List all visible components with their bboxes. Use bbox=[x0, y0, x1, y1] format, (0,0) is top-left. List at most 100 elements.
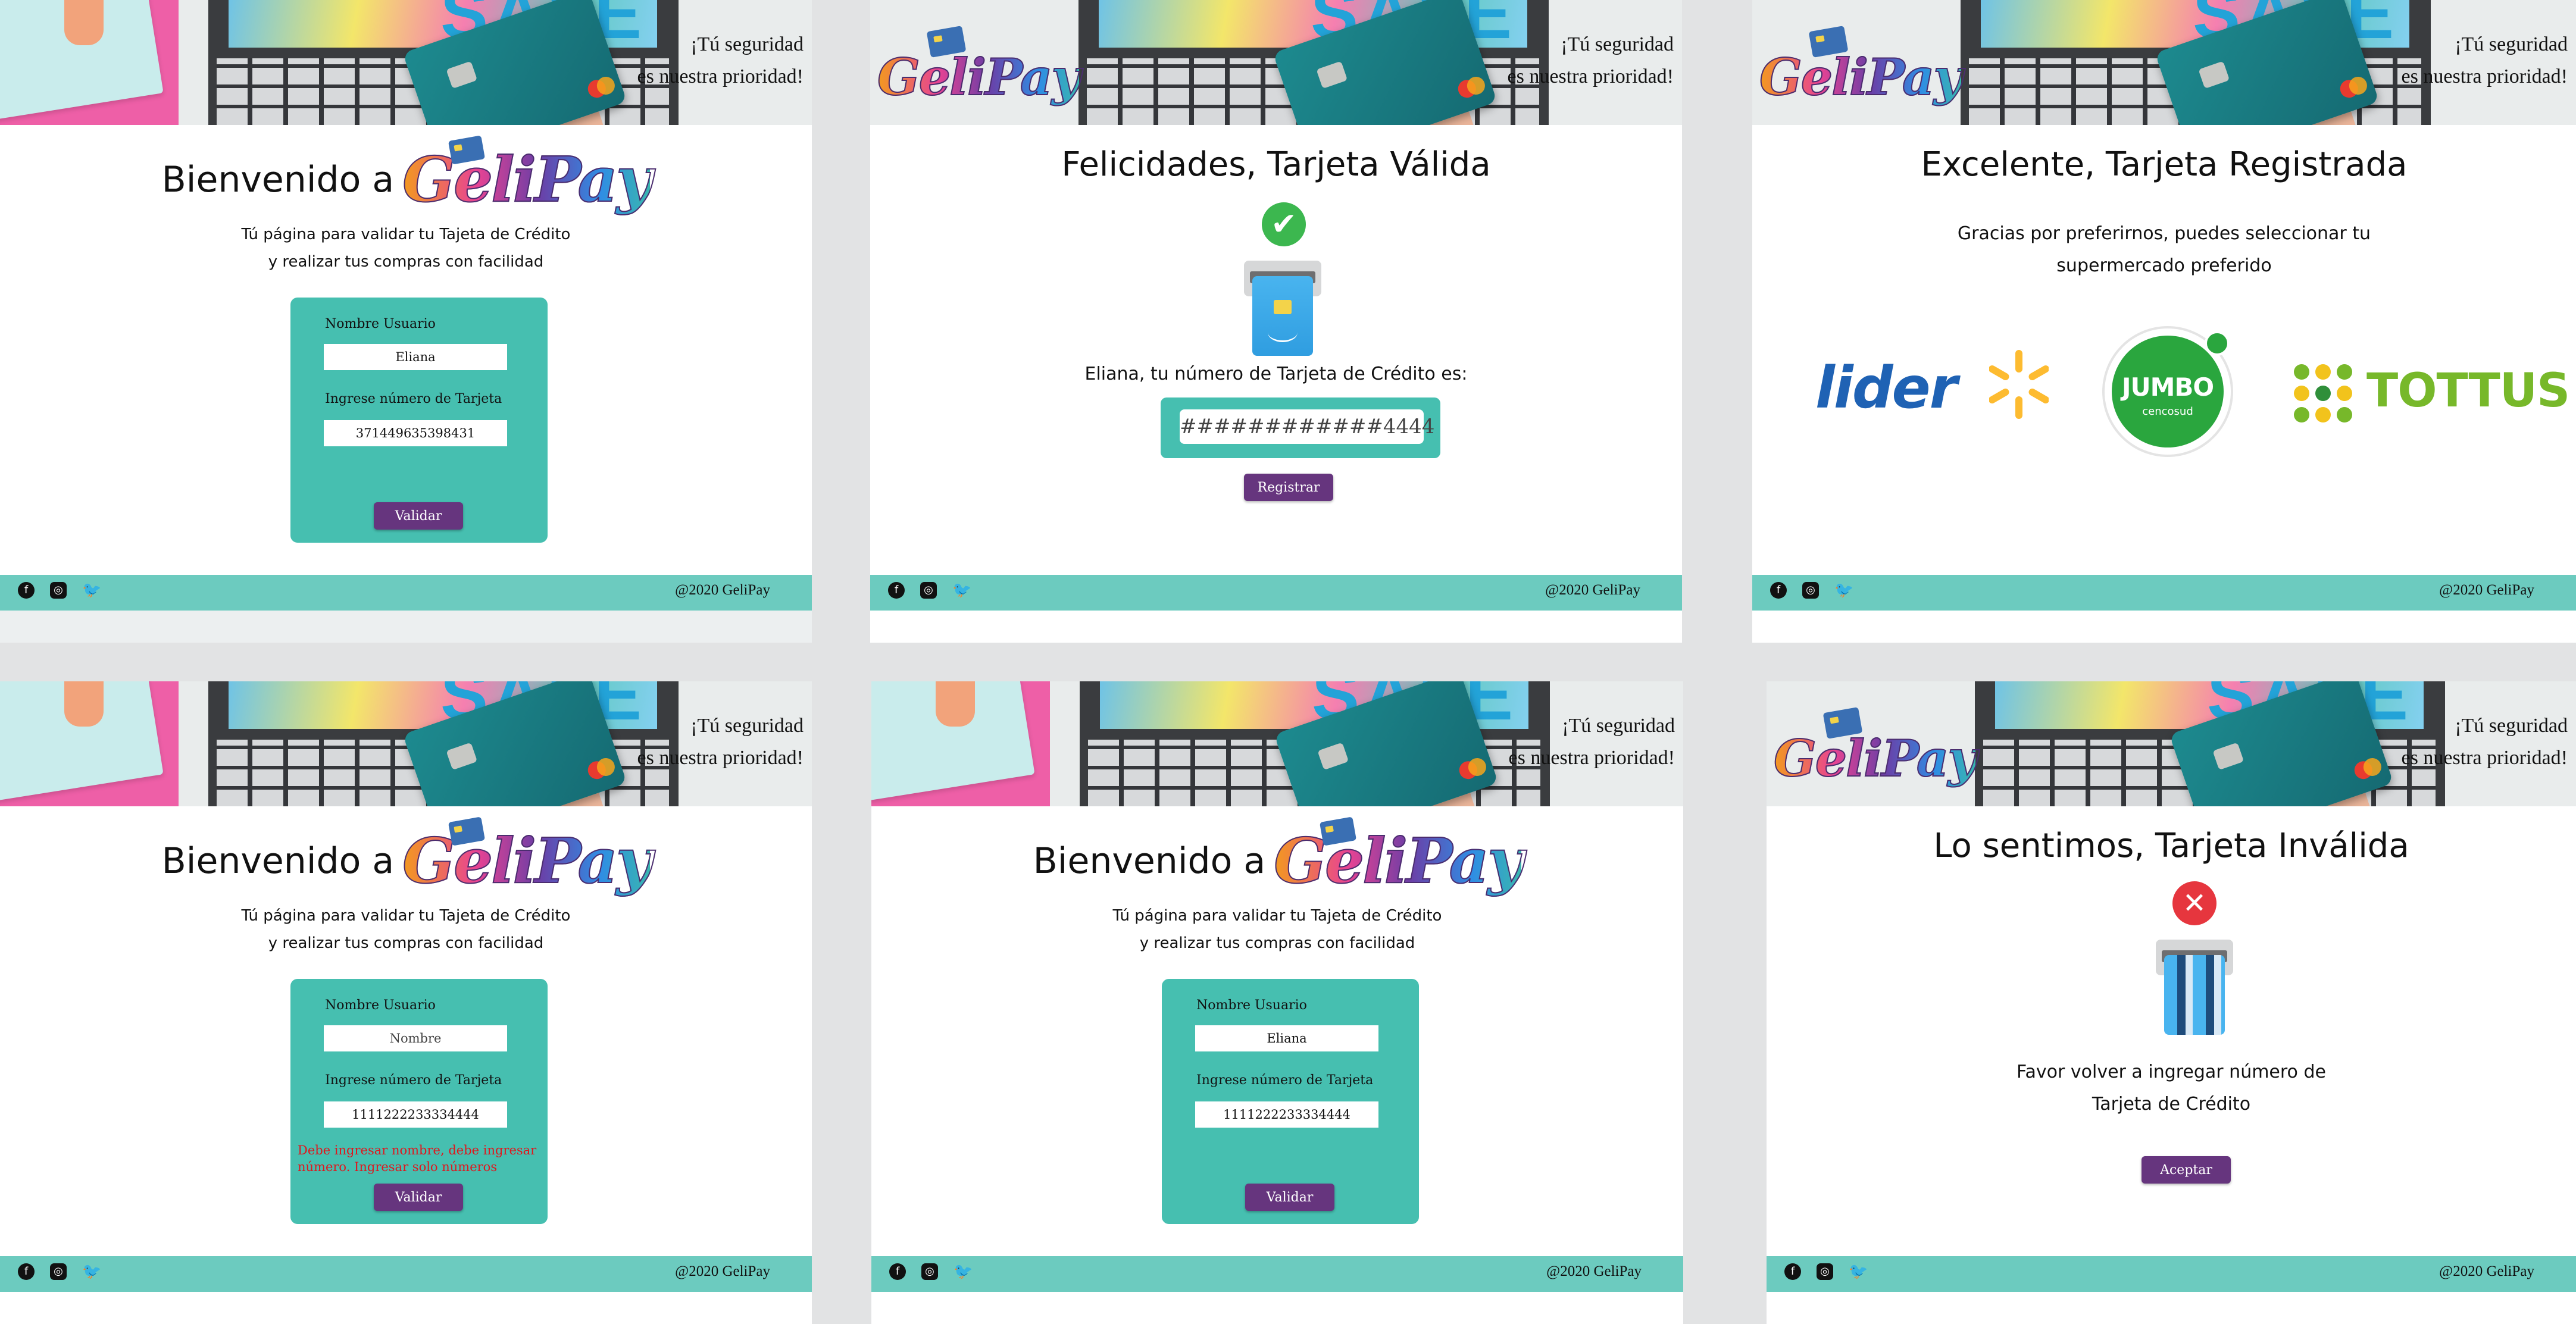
card-number-input[interactable] bbox=[324, 1101, 507, 1128]
logo-text: GeliPay bbox=[1273, 824, 1524, 898]
instagram-icon[interactable]: ◎ bbox=[921, 1263, 938, 1280]
card-chip bbox=[1317, 742, 1349, 771]
tottus-dot bbox=[2315, 407, 2331, 422]
instagram-icon[interactable]: ◎ bbox=[920, 582, 937, 599]
card-graphic bbox=[1252, 276, 1313, 356]
masked-card-number: ############4444 bbox=[1180, 409, 1434, 444]
welcome-section: Bienvenido a GeliPay Tú página para vali… bbox=[871, 816, 1683, 957]
user-name-input[interactable] bbox=[324, 344, 507, 370]
twitter-icon[interactable]: 🐦 bbox=[1849, 1263, 1868, 1280]
subtitle-line-2: y realizar tus compras con facilidad bbox=[268, 253, 544, 271]
message-line-1: Favor volver a ingregar número de bbox=[2017, 1062, 2326, 1082]
header-banner: SALE GeliPay ¡Tú seguridades nuestra pri… bbox=[870, 0, 1682, 125]
subtitle-line-1: Tú página para validar tu Tajeta de Créd… bbox=[241, 907, 571, 925]
card-slot-icon bbox=[2156, 940, 2233, 1035]
gelipay-logo[interactable]: GeliPay bbox=[1759, 24, 1963, 107]
facebook-icon[interactable]: f bbox=[889, 1263, 906, 1280]
instagram-icon[interactable]: ◎ bbox=[50, 582, 67, 599]
gelipay-logo: GeliPay bbox=[402, 816, 652, 898]
register-button[interactable]: Registrar bbox=[1244, 474, 1333, 501]
validate-button[interactable]: Validar bbox=[1245, 1184, 1334, 1211]
subtitle: Tú página para validar tu Tajeta de Créd… bbox=[0, 902, 812, 957]
message-line-2: supermercado preferido bbox=[2056, 255, 2272, 276]
card-number-input[interactable] bbox=[324, 420, 507, 446]
subtitle-line-1: Tú página para validar tu Tajeta de Créd… bbox=[1112, 907, 1442, 925]
copyright: @2020 GeliPay bbox=[675, 582, 770, 598]
screen-welcome-error: SALE ¡Tú seguridades nuestra prioridad! … bbox=[0, 681, 812, 1324]
facebook-icon[interactable]: f bbox=[18, 582, 35, 599]
user-label: Nombre Usuario bbox=[1196, 998, 1307, 1013]
slogan-line-1: ¡Tú seguridad bbox=[690, 33, 804, 55]
twitter-icon[interactable]: 🐦 bbox=[1834, 582, 1853, 599]
page-title: Excelente, Tarjeta Registrada bbox=[1921, 145, 2408, 184]
tottus-dot bbox=[2315, 386, 2331, 401]
tottus-dot bbox=[2337, 407, 2352, 422]
instagram-icon[interactable]: ◎ bbox=[1802, 582, 1819, 599]
card-number-input[interactable] bbox=[1195, 1101, 1378, 1128]
copyright: @2020 GeliPay bbox=[1546, 1263, 1642, 1279]
validate-button[interactable]: Validar bbox=[374, 1184, 463, 1211]
card-label: Ingrese número de Tarjeta bbox=[325, 392, 502, 406]
accept-button[interactable]: Aceptar bbox=[2142, 1156, 2231, 1184]
copyright: @2020 GeliPay bbox=[2439, 582, 2534, 598]
welcome-section: Bienvenido a GeliPay Tú página para vali… bbox=[0, 816, 812, 957]
card-label: Ingrese número de Tarjeta bbox=[325, 1073, 502, 1088]
error-message: Debe ingresar nombre, debe ingresar núme… bbox=[298, 1143, 537, 1174]
jumbo-logo[interactable]: JUMBO cencosud bbox=[2105, 328, 2231, 455]
message-line-1: Gracias por preferirnos, puedes seleccio… bbox=[1957, 223, 2371, 244]
logo-text: GeliPay bbox=[877, 47, 1081, 107]
validate-button[interactable]: Validar bbox=[374, 502, 463, 530]
footer: f ◎ 🐦 @2020 GeliPay bbox=[0, 575, 812, 611]
error-icon: ✕ bbox=[2172, 881, 2217, 925]
tottus-logo[interactable]: TOTTUS bbox=[2366, 364, 2570, 418]
message-line-2: Tarjeta de Crédito bbox=[2092, 1094, 2251, 1115]
header-banner: SALE GeliPay ¡Tú seguridades nuestra pri… bbox=[1752, 0, 2576, 125]
gelipay-logo: GeliPay bbox=[1273, 816, 1524, 898]
footer: f ◎ 🐦 @2020 GeliPay bbox=[871, 1256, 1683, 1292]
tottus-dot bbox=[2315, 364, 2331, 380]
header-banner: SALE ¡Tú seguridades nuestra prioridad! bbox=[0, 681, 812, 806]
slogan-line-1: ¡Tú seguridad bbox=[2455, 33, 2568, 55]
facebook-icon[interactable]: f bbox=[18, 1263, 35, 1280]
slogan-line-2: es nuestra prioridad! bbox=[1508, 747, 1675, 769]
twitter-icon[interactable]: 🐦 bbox=[82, 1263, 101, 1280]
slogan-line-1: ¡Tú seguridad bbox=[1561, 33, 1674, 55]
subtitle-line-2: y realizar tus compras con facilidad bbox=[268, 934, 544, 952]
social-links: f ◎ 🐦 bbox=[1770, 582, 1853, 599]
slogan-line-1: ¡Tú seguridad bbox=[1562, 715, 1675, 737]
footer: f ◎ 🐦 @2020 GeliPay bbox=[0, 1256, 812, 1292]
logo-text: GeliPay bbox=[1773, 728, 1977, 788]
card-label: Ingrese número de Tarjeta bbox=[1196, 1073, 1374, 1088]
slogan: ¡Tú seguridad es nuestra prioridad! bbox=[637, 29, 804, 93]
instagram-icon[interactable]: ◎ bbox=[50, 1263, 67, 1280]
social-links: f ◎ 🐦 bbox=[18, 1263, 101, 1280]
jumbo-text: JUMBO bbox=[2121, 373, 2214, 402]
copyright: @2020 GeliPay bbox=[675, 1263, 770, 1279]
card-chip bbox=[446, 742, 478, 771]
gelipay-logo[interactable]: GeliPay bbox=[877, 24, 1081, 107]
facebook-icon[interactable]: f bbox=[1770, 582, 1787, 599]
logo-text: GeliPay bbox=[1759, 47, 1963, 107]
user-name-input[interactable] bbox=[1195, 1025, 1378, 1051]
twitter-icon[interactable]: 🐦 bbox=[952, 582, 971, 599]
instagram-icon[interactable]: ◎ bbox=[1817, 1263, 1833, 1280]
card-chip bbox=[446, 61, 478, 89]
page-title: Bienvenido a GeliPay bbox=[1033, 816, 1524, 898]
lider-logo[interactable]: lider bbox=[1815, 355, 1958, 421]
subtitle-line-2: y realizar tus compras con facilidad bbox=[1139, 934, 1415, 952]
title-text: Bienvenido a bbox=[1033, 840, 1266, 882]
jumbo-sub: cencosud bbox=[2142, 405, 2193, 418]
slogan: ¡Tú seguridad es nuestra prioridad! bbox=[637, 710, 804, 774]
facebook-icon[interactable]: f bbox=[888, 582, 905, 599]
card-chip bbox=[2212, 742, 2244, 771]
slogan-line-2: es nuestra prioridad! bbox=[2401, 747, 2568, 769]
gelipay-logo[interactable]: GeliPay bbox=[1773, 705, 1977, 788]
gelipay-logo: GeliPay bbox=[402, 135, 652, 217]
slogan: ¡Tú seguridad es nuestra prioridad! bbox=[2402, 29, 2568, 93]
header-banner: SALE ¡Tú seguridades nuestra prioridad! bbox=[871, 681, 1683, 806]
tottus-dot bbox=[2294, 407, 2309, 422]
twitter-icon[interactable]: 🐦 bbox=[82, 582, 101, 599]
facebook-icon[interactable]: f bbox=[1784, 1263, 1801, 1280]
twitter-icon[interactable]: 🐦 bbox=[954, 1263, 973, 1280]
user-name-input[interactable] bbox=[324, 1025, 507, 1051]
